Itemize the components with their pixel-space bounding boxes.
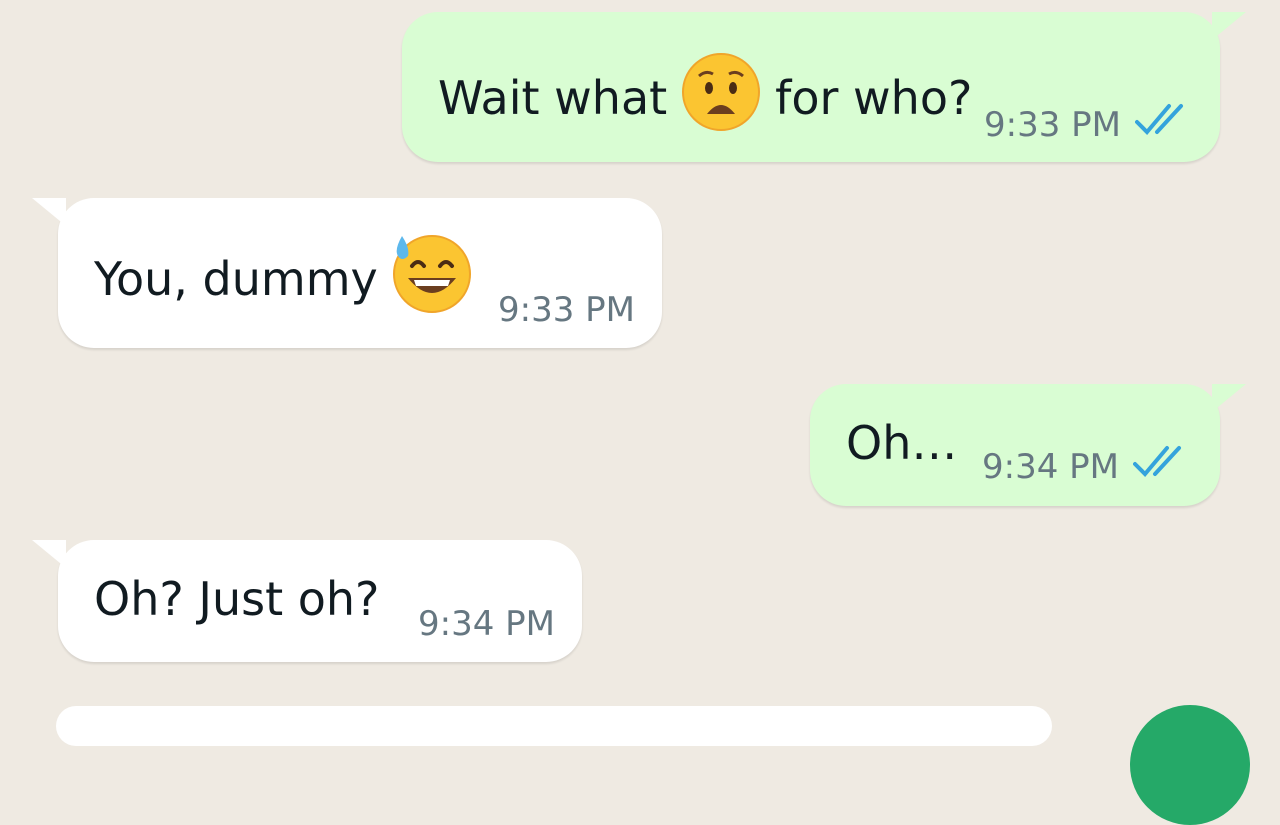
bubble-tail [32,540,66,568]
message-bubble-partial[interactable] [56,706,1052,746]
message-bubble-outgoing[interactable]: Oh… 9:34 PM [810,384,1246,506]
message-bubble-incoming[interactable]: Oh? Just oh? 9:34 PM [32,540,582,662]
worried-face-icon [681,52,761,143]
message-text: Oh? Just oh? [94,572,380,626]
message-text: Wait what [438,70,668,125]
message-time: 9:33 PM [498,290,635,330]
message-text: for who? [775,70,973,125]
message-time: 9:34 PM [982,446,1119,487]
message-text: You, dummy [94,251,378,306]
floating-action-button[interactable] [1130,705,1250,825]
double-check-read-icon [1133,444,1193,489]
grinning-face-with-sweat-icon [390,232,472,325]
message-time: 9:33 PM [984,104,1121,145]
message-bubble-incoming[interactable]: You, dummy 9:33 PM [32,198,662,348]
message-bubble-outgoing[interactable]: Wait what for who? 9:33 PM [402,12,1246,162]
bubble-tail [32,198,66,226]
message-time: 9:34 PM [418,604,555,644]
message-text: Oh… [846,416,958,470]
bubble-tail [1212,384,1246,412]
double-check-read-icon [1135,102,1195,147]
bubble-tail [1212,12,1246,40]
